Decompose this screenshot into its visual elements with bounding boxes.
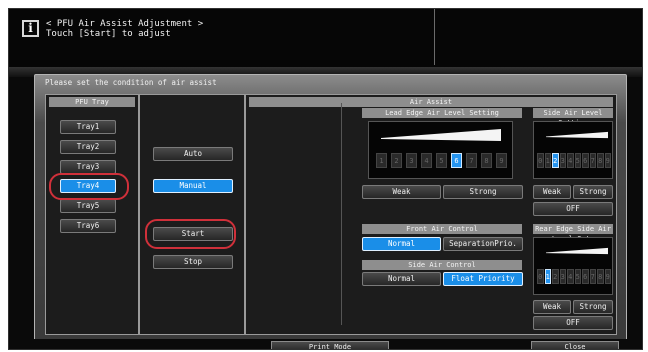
- rear-edge-level-9[interactable]: 9: [604, 269, 611, 284]
- tray-4-highlight-circle: [49, 173, 129, 200]
- rear-edge-level-1[interactable]: 1: [544, 269, 551, 284]
- lead-edge-level-1[interactable]: 1: [376, 153, 387, 168]
- rear-edge-level-wedge: [546, 247, 608, 255]
- side-air-level-steps: 0123456789: [537, 153, 611, 168]
- tray-1-button[interactable]: Tray1: [60, 120, 116, 134]
- info-icon: i: [22, 20, 39, 37]
- print-mode-button[interactable]: Print Mode: [271, 341, 389, 349]
- air-assist-panel: Please set the condition of air assist P…: [34, 74, 627, 341]
- side-air-normal-button[interactable]: Normal: [362, 272, 441, 286]
- air-assist-heading: Air Assist: [249, 97, 613, 107]
- header-bar: i < PFU Air Assist Adjustment > Touch [S…: [9, 9, 642, 67]
- side-air-level-3[interactable]: 3: [559, 153, 566, 168]
- stop-button[interactable]: Stop: [153, 255, 233, 269]
- lead-edge-level-6[interactable]: 6: [451, 153, 462, 168]
- rear-edge-level-display: 0123456789: [533, 237, 613, 295]
- rear-edge-level-8[interactable]: 8: [597, 269, 604, 284]
- header-divider: [434, 9, 435, 65]
- screen: i < PFU Air Assist Adjustment > Touch [S…: [8, 8, 643, 350]
- start-highlight-circle: [145, 219, 236, 249]
- front-air-normal-button[interactable]: Normal: [362, 237, 441, 251]
- tray-6-button[interactable]: Tray6: [60, 219, 116, 233]
- lead-edge-heading: Lead Edge Air Level Setting: [362, 108, 522, 118]
- rear-edge-off-button[interactable]: OFF: [533, 316, 613, 330]
- side-air-level-1[interactable]: 1: [544, 153, 551, 168]
- lead-edge-level-4[interactable]: 4: [421, 153, 432, 168]
- rear-edge-weak-button[interactable]: Weak: [533, 300, 571, 314]
- page-title: < PFU Air Assist Adjustment >: [46, 19, 204, 29]
- manual-button[interactable]: Manual: [153, 179, 233, 193]
- front-air-heading: Front Air Control: [362, 224, 522, 234]
- page-instruction: Touch [Start] to adjust: [46, 29, 171, 39]
- side-air-level-2[interactable]: 2: [552, 153, 559, 168]
- close-button[interactable]: Close: [531, 341, 619, 349]
- rear-edge-level-0[interactable]: 0: [537, 269, 544, 284]
- rear-edge-level-7[interactable]: 7: [589, 269, 596, 284]
- pfu-tray-box: PFU Tray Tray1 Tray2 Tray3 Tray4 Tray5 T…: [45, 94, 139, 335]
- air-assist-box: Air Assist Lead Edge Air Level Setting 1…: [245, 94, 617, 335]
- side-air-float-priority-button[interactable]: Float Priority: [443, 272, 523, 286]
- lead-edge-level-8[interactable]: 8: [481, 153, 492, 168]
- side-air-level-5[interactable]: 5: [574, 153, 581, 168]
- lead-edge-strong-button[interactable]: Strong: [443, 185, 523, 199]
- lead-edge-weak-button[interactable]: Weak: [362, 185, 441, 199]
- tray-3-button[interactable]: Tray3: [60, 160, 116, 174]
- rear-edge-level-3[interactable]: 3: [559, 269, 566, 284]
- side-air-level-4[interactable]: 4: [567, 153, 574, 168]
- mode-box: Auto Manual Start Stop: [139, 94, 245, 335]
- side-air-strong-button[interactable]: Strong: [573, 185, 613, 199]
- tray-5-button[interactable]: Tray5: [60, 199, 116, 213]
- side-air-level-wedge: [546, 131, 608, 139]
- side-air-level-heading: Side Air Level Setting: [533, 108, 613, 127]
- rear-edge-strong-button[interactable]: Strong: [573, 300, 613, 314]
- lead-edge-level-7[interactable]: 7: [466, 153, 477, 168]
- side-air-control-heading: Side Air Control: [362, 260, 522, 270]
- panel-title: Please set the condition of air assist: [45, 78, 217, 87]
- lead-edge-level-3[interactable]: 3: [406, 153, 417, 168]
- rear-edge-level-6[interactable]: 6: [582, 269, 589, 284]
- side-air-level-7[interactable]: 7: [589, 153, 596, 168]
- side-air-level-display: 0123456789: [533, 121, 613, 179]
- rear-edge-level-4[interactable]: 4: [567, 269, 574, 284]
- rear-edge-heading: Rear Edge Side Air Level Set.: [533, 224, 613, 243]
- rear-edge-level-2[interactable]: 2: [552, 269, 559, 284]
- lead-edge-level-wedge: [381, 129, 501, 141]
- tray-2-button[interactable]: Tray2: [60, 140, 116, 154]
- pfu-tray-heading: PFU Tray: [49, 97, 135, 107]
- lead-edge-level-5[interactable]: 5: [436, 153, 447, 168]
- side-air-level-6[interactable]: 6: [582, 153, 589, 168]
- side-air-off-button[interactable]: OFF: [533, 202, 613, 216]
- rear-edge-level-steps: 0123456789: [537, 269, 611, 284]
- side-air-level-9[interactable]: 9: [604, 153, 611, 168]
- side-air-level-8[interactable]: 8: [597, 153, 604, 168]
- lead-edge-level-display: 123456789: [368, 121, 513, 179]
- side-air-level-0[interactable]: 0: [537, 153, 544, 168]
- lead-edge-level-9[interactable]: 9: [496, 153, 507, 168]
- lead-edge-level-steps: 123456789: [376, 153, 507, 168]
- lead-edge-level-2[interactable]: 2: [391, 153, 402, 168]
- rear-edge-level-5[interactable]: 5: [574, 269, 581, 284]
- side-air-weak-button[interactable]: Weak: [533, 185, 571, 199]
- column-divider: [341, 103, 342, 325]
- auto-button[interactable]: Auto: [153, 147, 233, 161]
- front-air-separation-button[interactable]: SeparationPrio.: [443, 237, 523, 251]
